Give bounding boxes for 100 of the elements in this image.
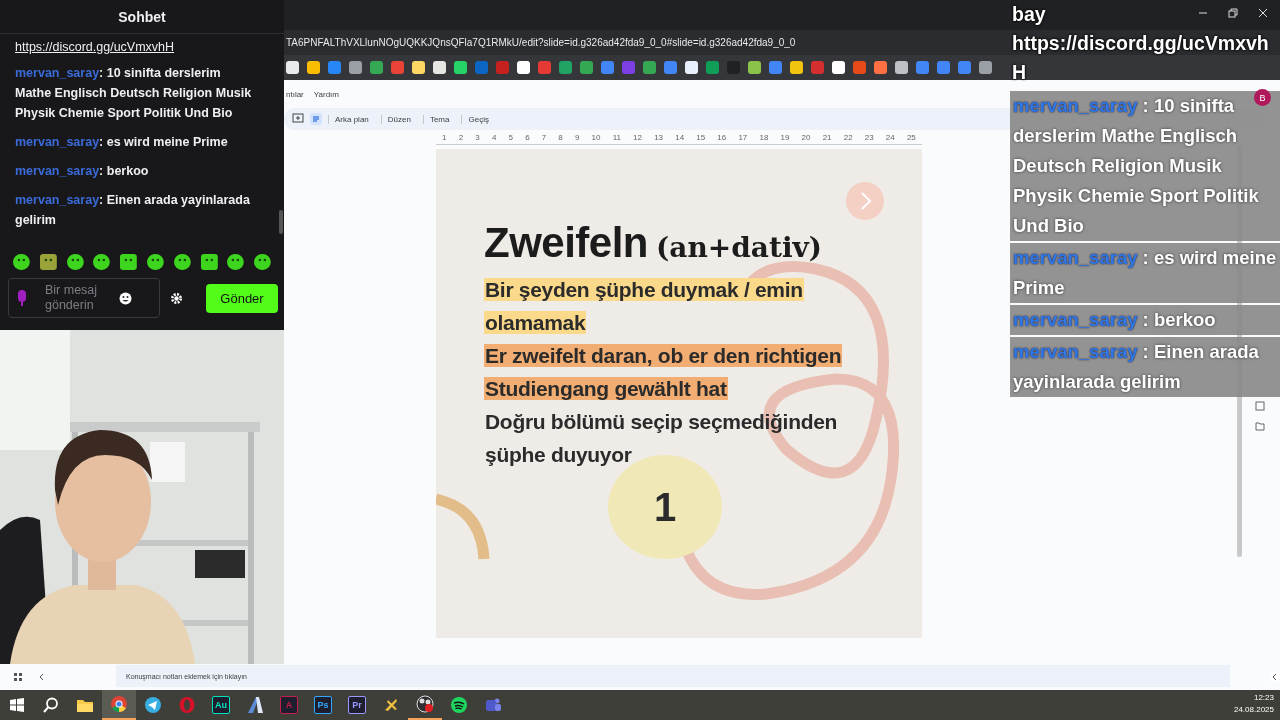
chat-message: mervan_saray: Einen arada yayinlarada gelirim	[15, 192, 251, 229]
toolbar-button[interactable]: Tema	[422, 114, 456, 124]
toolbar-button[interactable]: Geçiş	[461, 114, 495, 124]
bookmark-icon[interactable]	[811, 61, 824, 74]
ruler-label: 8	[558, 132, 563, 142]
menu-item[interactable]: ntılar	[286, 89, 304, 99]
record-icon[interactable]	[416, 695, 434, 713]
bookmark-icon[interactable]	[391, 61, 404, 74]
bookmark-icon[interactable]	[937, 61, 950, 74]
slide-subtitle: (an+dativ)	[656, 231, 823, 264]
emote-icon[interactable]	[38, 251, 58, 271]
bookmark-icon[interactable]	[454, 61, 467, 74]
people-icon[interactable]	[484, 696, 502, 714]
bookmark-icon[interactable]	[895, 61, 908, 74]
bookmark-icon[interactable]	[769, 61, 782, 74]
comment-icon[interactable]	[292, 113, 304, 125]
bookmark-icon[interactable]	[706, 61, 719, 74]
windows-icon[interactable]	[10, 698, 24, 712]
chevron-left-icon[interactable]	[1270, 672, 1280, 682]
bookmark-icon[interactable]	[664, 61, 677, 74]
bookmark-icon[interactable]	[349, 61, 362, 74]
bookmark-icon[interactable]	[538, 61, 551, 74]
emote-icon[interactable]	[226, 251, 246, 271]
emote-icon[interactable]	[92, 251, 112, 271]
toolbar-button[interactable]: Arka plan	[328, 114, 375, 124]
toolbar-button[interactable]: Düzen	[380, 114, 417, 124]
chat-message: mervan_saray: es wird meine Prime	[15, 134, 229, 151]
emote-icon[interactable]	[119, 251, 138, 271]
panel-icon[interactable]	[1255, 401, 1265, 411]
emote-icon[interactable]	[253, 251, 272, 271]
ruler-label: 5	[508, 132, 513, 142]
overlay-text: bay	[1011, 2, 1046, 27]
emote-icon[interactable]	[12, 251, 31, 271]
app-icon[interactable]: Ps	[314, 696, 332, 714]
bookmark-icon[interactable]	[580, 61, 593, 74]
menu-item[interactable]: Yardım	[313, 89, 339, 99]
triangle-icon[interactable]	[246, 696, 264, 714]
bookmark-icon[interactable]	[685, 61, 698, 74]
settings-icon[interactable]	[170, 291, 183, 305]
close-icon[interactable]	[1258, 8, 1268, 18]
ruler-label: 22	[843, 132, 853, 142]
bookmark-icon[interactable]	[643, 61, 656, 74]
bookmark-icon[interactable]	[286, 61, 299, 74]
ruler-label: 12	[633, 132, 642, 142]
overlay-message: mervan_saray : es wird meine Prime	[1010, 243, 1280, 303]
ruler-label: 15	[696, 132, 706, 142]
ruler-label: 6	[525, 132, 530, 142]
chat-message: mervan_saray: 10 sinifta derslerim Mathe Englisch Deutsch Religion Musik Physik Chemie Sport Politik Und Bio	[15, 65, 253, 122]
ruler-label: 21	[822, 132, 832, 142]
url-text[interactable]: TA6PNFALThVXLlunNOgUQKKJQnsQFla7Q1RMkU/edit?slide=id.g326ad42fda9_0_0#slide=id.g326ad42fda9_0_0	[286, 37, 796, 48]
clock-time[interactable]: 12:23	[1233, 692, 1274, 704]
app-icon[interactable]: Au	[212, 696, 230, 714]
bookmark-icon[interactable]	[559, 61, 572, 74]
ruler-label: 3	[475, 132, 480, 142]
emote-icon[interactable]	[199, 251, 219, 271]
bookmark-icon[interactable]	[517, 61, 530, 74]
restore-icon[interactable]	[1228, 8, 1238, 18]
bookmark-icon[interactable]	[307, 61, 320, 74]
paper-plane-icon[interactable]	[144, 696, 162, 714]
clock-date[interactable]: 24.08.2025	[1233, 704, 1274, 716]
bookmark-icon[interactable]	[601, 61, 614, 74]
grid-icon[interactable]	[13, 672, 23, 682]
chat-link[interactable]: https://discord.gg/ucVmxvhH	[15, 40, 256, 54]
bookmark-icon[interactable]	[496, 61, 509, 74]
folder-icon[interactable]	[76, 697, 94, 713]
bookmark-icon[interactable]	[916, 61, 929, 74]
bookmark-icon[interactable]	[853, 61, 866, 74]
ruler-label: 13	[654, 132, 664, 142]
ring-icon[interactable]	[178, 696, 196, 714]
message-field[interactable]: Bir mesaj gönderin	[8, 278, 160, 318]
bookmark-icon[interactable]	[958, 61, 971, 74]
slide-text: Er zweifelt daran, ob er den richtigen	[484, 344, 843, 367]
bookmark-icon[interactable]	[979, 61, 992, 74]
bookmark-icon[interactable]	[748, 61, 761, 74]
ruler-label: 24	[885, 132, 895, 142]
microphone-icon[interactable]	[17, 289, 27, 307]
bookmark-icon[interactable]	[328, 61, 341, 74]
bookmark-icon[interactable]	[874, 61, 887, 74]
bookmark-icon[interactable]	[412, 61, 425, 74]
overlay-text: H	[1011, 60, 1027, 85]
emote-icon[interactable]	[65, 251, 85, 271]
layout-icon[interactable]	[310, 113, 322, 125]
chat-message: mervan_saray: berkoo	[15, 163, 150, 180]
overlay-message: mervan_saray : berkoo	[1010, 305, 1280, 335]
bookmark-icon[interactable]	[790, 61, 803, 74]
ruler-label: 11	[612, 132, 621, 142]
slide-text: Studiengang gewählt hat	[484, 377, 728, 400]
emoji-icon[interactable]	[119, 291, 132, 305]
emote-icon[interactable]	[146, 251, 165, 271]
search-icon[interactable]	[43, 697, 59, 713]
ruler-label: 9	[574, 132, 580, 142]
emote-icon[interactable]	[172, 251, 192, 271]
send-button[interactable]: Gönder	[206, 283, 278, 313]
bookmark-icon[interactable]	[433, 61, 446, 74]
spotify-icon[interactable]	[450, 696, 468, 714]
bookmark-icon[interactable]	[832, 61, 845, 74]
ruler-label: 18	[759, 132, 769, 142]
chrome-icon[interactable]	[110, 695, 128, 713]
bookmark-icon[interactable]	[370, 61, 383, 74]
app-icon[interactable]: Pr	[348, 696, 366, 714]
